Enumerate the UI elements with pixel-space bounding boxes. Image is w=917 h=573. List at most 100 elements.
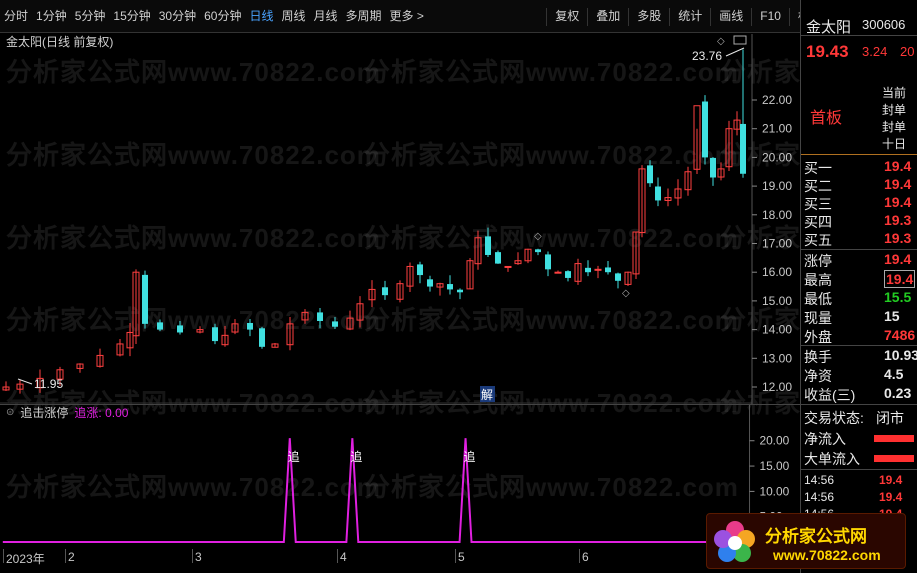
event-marker-label: 解 <box>481 388 493 402</box>
stat2-label: 换手 <box>804 349 832 365</box>
indicator-y-tick-label: 20.00 <box>759 434 789 448</box>
stat2-value: 4.5 <box>884 366 904 382</box>
candle <box>466 258 474 290</box>
period-tab-0[interactable]: 分时 <box>0 0 32 33</box>
price-change: 3.24 <box>862 44 888 59</box>
date-axis-label: 6 <box>582 550 589 564</box>
candle <box>585 260 591 277</box>
candle <box>286 317 294 351</box>
toolbar: 分时 1分钟 5分钟 15分钟 30分钟 60分钟 日线 周线 月线 多周期 更多 > 复权 叠加 多股… <box>0 0 917 33</box>
candle <box>332 317 338 330</box>
candle <box>474 230 482 270</box>
stat-label: 最高 <box>804 272 832 288</box>
period-tab-2[interactable]: 5分钟 <box>71 0 110 33</box>
diamond-marker-icon: ◇ <box>717 36 725 47</box>
panel-divider <box>801 404 917 405</box>
signal-label: 追 <box>288 450 300 464</box>
stat2-row: 换手 10.93 <box>804 347 917 365</box>
bid-price: 19.4 <box>884 158 912 174</box>
diamond-marker-icon: ◇ <box>534 231 542 242</box>
period-tab-10[interactable]: 更多 > <box>386 0 428 33</box>
candle <box>196 326 204 334</box>
date-axis-tick <box>65 549 66 563</box>
toolbar-button-5[interactable]: F10 <box>754 0 787 33</box>
stat-row: 外盘 7486 <box>804 327 917 345</box>
period-tab-3[interactable]: 15分钟 <box>109 0 154 33</box>
bid-label: 买五 <box>804 232 832 248</box>
period-tab-9[interactable]: 多周期 <box>342 0 386 33</box>
flow-label: 大单流入 <box>804 451 860 467</box>
high-price-pointer <box>725 47 745 57</box>
period-tab-8[interactable]: 月线 <box>310 0 342 33</box>
y-tick-label: 12.00 <box>762 380 792 394</box>
price-change-pct: 20 <box>900 44 915 59</box>
signal-label: 追 <box>350 450 362 464</box>
candle <box>177 320 183 335</box>
candlestick-chart[interactable]: 22.00 21.00 20.00 19.00 18.00 17.00 16.00 15.00… <box>0 34 800 404</box>
toolbar-button-2[interactable]: 多股 <box>631 0 667 33</box>
toolbar-button-0[interactable]: 复权 <box>549 0 585 33</box>
flower-logo-icon <box>714 521 755 562</box>
toolbar-divider <box>710 7 712 26</box>
panel-divider <box>801 469 917 470</box>
candle <box>436 282 444 296</box>
period-tab-7[interactable]: 周线 <box>277 0 309 33</box>
candle <box>717 162 725 181</box>
indicator-y-tick-label: 10.00 <box>759 484 789 498</box>
candle <box>638 165 646 238</box>
period-tab-1[interactable]: 1分钟 <box>32 0 71 33</box>
flow-bar <box>874 455 914 462</box>
candle <box>76 363 84 373</box>
period-tab-5[interactable]: 60分钟 <box>200 0 245 33</box>
toolbar-divider <box>788 7 790 26</box>
period-tab-4[interactable]: 30分钟 <box>155 0 200 33</box>
toolbar-button-1[interactable]: 叠加 <box>590 0 626 33</box>
candle <box>702 95 708 165</box>
stock-name: 金太阳 <box>806 19 852 36</box>
tick-time: 14:56 <box>804 490 835 504</box>
candle <box>664 188 672 207</box>
bid-row: 买三 19.4 <box>804 194 917 212</box>
stat-row: 现量 15 <box>804 308 917 326</box>
trade-status-label: 交易状态: <box>804 410 864 426</box>
y-tick-label: 21.00 <box>762 122 792 136</box>
order-note: 当前 <box>882 86 907 100</box>
toolbar-button-3[interactable]: 统计 <box>672 0 708 33</box>
candle <box>346 310 354 331</box>
date-axis-tick <box>192 549 193 563</box>
board-tag: 首板 <box>810 110 843 127</box>
date-axis-label: 4 <box>340 550 347 564</box>
stat-value: 15.5 <box>884 289 912 305</box>
panel-divider <box>801 154 917 155</box>
candle <box>485 227 491 257</box>
date-axis-tick <box>3 549 4 563</box>
stat-row: 最低 15.5 <box>804 289 917 307</box>
bid-price: 19.4 <box>884 194 912 210</box>
info-box-icon[interactable] <box>733 35 747 45</box>
bid-label: 买四 <box>804 214 832 230</box>
tick-row: 14:56 19.4 <box>804 473 902 487</box>
stat-value: 19.4 <box>884 251 912 267</box>
y-tick-label: 13.00 <box>762 351 792 365</box>
stock-code: 300606 <box>862 17 906 32</box>
candle <box>417 261 423 284</box>
stat-label: 最低 <box>804 291 832 307</box>
tick-time: 14:56 <box>804 473 835 487</box>
bid-price: 19.3 <box>884 212 912 228</box>
candle <box>524 248 532 264</box>
candle <box>574 258 582 285</box>
indicator-chart[interactable]: 20.0015.0010.005.00追追追 <box>0 404 800 546</box>
date-axis-label: 5 <box>458 550 465 564</box>
toolbar-divider <box>751 7 753 26</box>
candle <box>132 269 140 344</box>
stat-row: 涨停 19.4 <box>804 251 917 269</box>
candle <box>615 272 621 289</box>
candle <box>259 326 265 349</box>
candle <box>594 265 602 279</box>
period-tab-6[interactable]: 日线 <box>245 0 277 33</box>
candle <box>733 111 741 136</box>
stat2-value: 0.23 <box>884 385 912 401</box>
bid-row: 买一 19.4 <box>804 158 917 176</box>
candle <box>368 280 376 308</box>
toolbar-button-4[interactable]: 画线 <box>713 0 749 33</box>
